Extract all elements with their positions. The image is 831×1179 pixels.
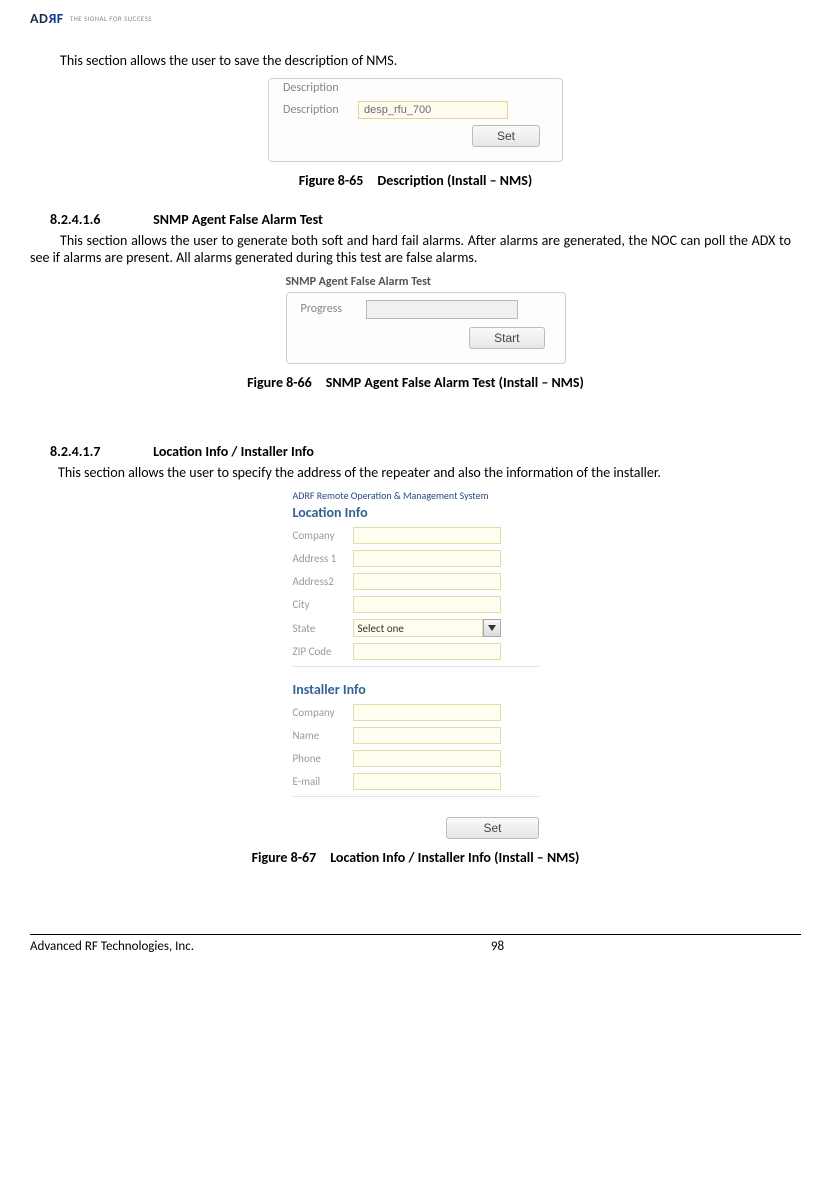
tagline: THE SIGNAL FOR SUCCESS: [70, 14, 152, 23]
chevron-down-icon: [488, 625, 496, 631]
logo-part-f: F: [57, 10, 64, 27]
figure-caption-65: Figure 8-65 Description (Install – NMS): [30, 172, 801, 189]
loc-state-select[interactable]: Select one: [353, 619, 483, 637]
figure-snmp-panel: SNMP Agent False Alarm Test Progress Sta…: [30, 275, 801, 364]
inst-name-label: Name: [293, 729, 353, 742]
loc-address1-input[interactable]: [353, 550, 501, 567]
section-title-location: Location Info / Installer Info: [153, 443, 314, 460]
section-num-location: 8.2.4.1.7: [50, 443, 150, 460]
logo-part-r: R: [48, 10, 56, 27]
desc-intro-text: This section allows the user to save the…: [60, 52, 791, 70]
location-body-text: This section allows the user to specify …: [58, 464, 791, 482]
loc-zip-input[interactable]: [353, 643, 501, 660]
divider-1: [293, 666, 539, 681]
inst-phone-label: Phone: [293, 752, 353, 765]
location-super-title: ADRF Remote Operation & Management Syste…: [293, 489, 539, 502]
loc-address1-label: Address 1: [293, 552, 353, 565]
section-heading-location: 8.2.4.1.7 Location Info / Installer Info: [50, 443, 801, 460]
figure-caption-66: Figure 8-66 SNMP Agent False Alarm Test …: [30, 374, 801, 391]
inst-email-input[interactable]: [353, 773, 501, 790]
inst-name-input[interactable]: [353, 727, 501, 744]
loc-state-value: Select one: [358, 622, 404, 635]
description-panel: Description Description Set: [268, 78, 563, 162]
snmp-panel-title: SNMP Agent False Alarm Test: [286, 275, 546, 289]
snmp-body-text: This section allows the user to generate…: [30, 232, 791, 267]
footer-page: 98: [194, 939, 801, 954]
figure-location-panel: ADRF Remote Operation & Management Syste…: [30, 489, 801, 839]
snmp-progress-bar: [366, 300, 518, 319]
description-label: Description: [283, 103, 358, 117]
loc-city-input[interactable]: [353, 596, 501, 613]
loc-zip-label: ZIP Code: [293, 645, 353, 658]
footer: Advanced RF Technologies, Inc. 98: [30, 934, 801, 954]
description-set-button[interactable]: Set: [472, 125, 540, 147]
figure-description-panel: Description Description Set: [30, 78, 801, 162]
loc-address2-label: Address2: [293, 575, 353, 588]
description-input[interactable]: [358, 101, 508, 119]
loc-address2-input[interactable]: [353, 573, 501, 590]
logo-part-a: AD: [30, 10, 48, 27]
page: ADRF THE SIGNAL FOR SUCCESS This section…: [0, 0, 831, 898]
loc-city-label: City: [293, 598, 353, 611]
section-heading-snmp: 8.2.4.1.6 SNMP Agent False Alarm Test: [50, 211, 801, 228]
figure-caption-67: Figure 8-67 Location Info / Installer In…: [30, 849, 801, 866]
loc-state-select-wrap: Select one: [353, 619, 501, 637]
location-set-button[interactable]: Set: [446, 817, 538, 839]
loc-state-dropdown-button[interactable]: [483, 619, 501, 637]
section-num-snmp: 8.2.4.1.6: [50, 211, 150, 228]
loc-company-label: Company: [293, 529, 353, 542]
inst-company-label: Company: [293, 706, 353, 719]
header: ADRF THE SIGNAL FOR SUCCESS: [30, 10, 801, 27]
loc-company-input[interactable]: [353, 527, 501, 544]
location-panel: ADRF Remote Operation & Management Syste…: [293, 489, 539, 839]
logo: ADRF: [30, 10, 64, 27]
snmp-panel-wrap: SNMP Agent False Alarm Test Progress Sta…: [286, 275, 546, 364]
divider-2: [293, 796, 539, 811]
snmp-progress-label: Progress: [301, 302, 366, 316]
description-panel-title: Description: [283, 81, 548, 95]
snmp-start-button[interactable]: Start: [469, 327, 544, 349]
footer-company: Advanced RF Technologies, Inc.: [30, 939, 194, 954]
inst-company-input[interactable]: [353, 704, 501, 721]
location-info-heading: Location Info: [293, 504, 539, 521]
loc-state-label: State: [293, 622, 353, 635]
snmp-panel: Progress Start: [286, 292, 566, 364]
inst-phone-input[interactable]: [353, 750, 501, 767]
inst-email-label: E-mail: [293, 775, 353, 788]
installer-info-heading: Installer Info: [293, 681, 539, 698]
section-title-snmp: SNMP Agent False Alarm Test: [153, 211, 323, 228]
